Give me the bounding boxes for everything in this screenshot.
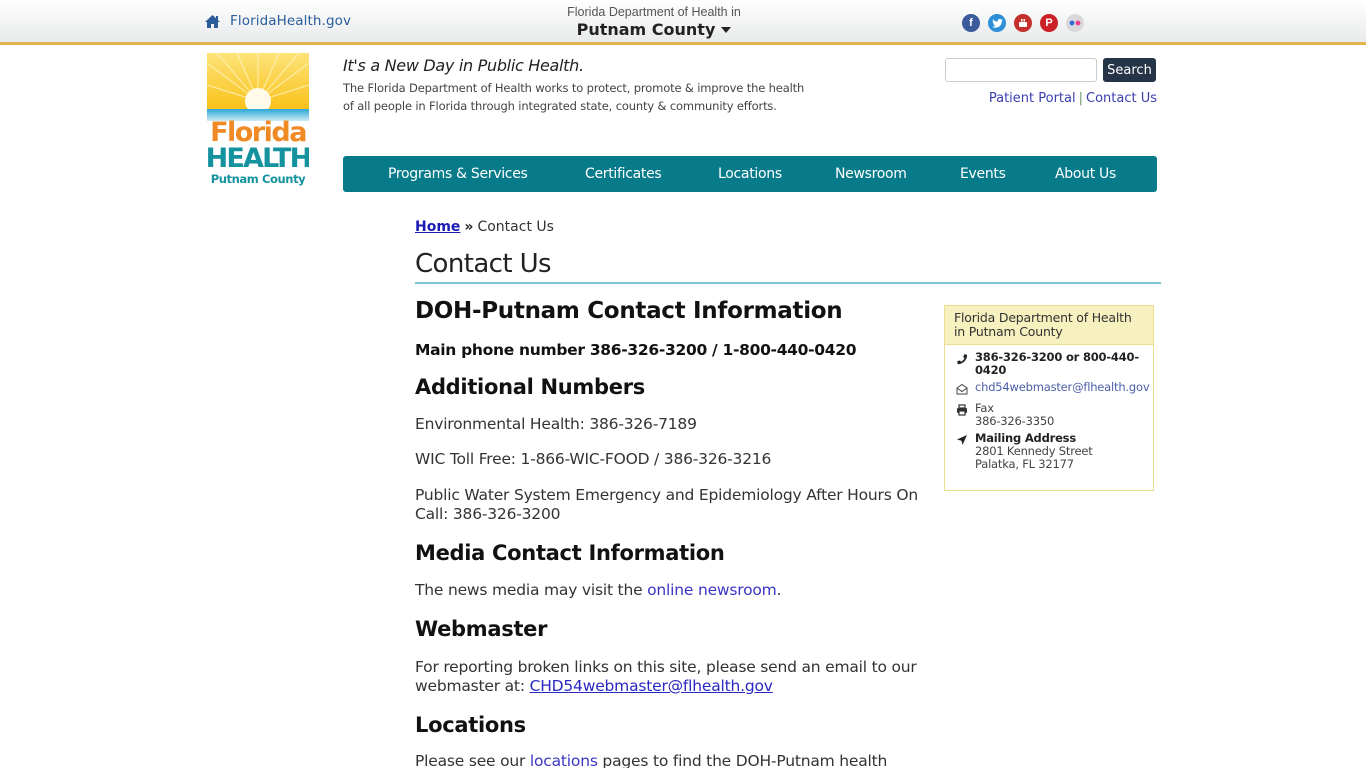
breadcrumb: Home» Contact Us xyxy=(415,219,554,235)
contact-address-row: Mailing Address 2801 Kennedy Street Pala… xyxy=(956,432,1147,471)
water-system-emergency-number: Public Water System Emergency and Epidem… xyxy=(415,486,918,523)
envelope-open-icon xyxy=(956,381,975,398)
search-input[interactable] xyxy=(945,58,1097,82)
contact-email-link[interactable]: chd54webmaster@flhealth.gov xyxy=(975,381,1150,398)
heading-webmaster: Webmaster xyxy=(415,617,548,641)
nav-newsroom[interactable]: Newsroom xyxy=(835,166,907,182)
webmaster-text: For reporting broken links on this site,… xyxy=(415,658,925,696)
contact-phone: 386-326-3200 or 800-440-0420 xyxy=(975,350,1139,377)
mailing-address-label: Mailing Address xyxy=(975,431,1076,445)
heading-locations: Locations xyxy=(415,713,526,737)
twitter-icon[interactable] xyxy=(988,14,1006,32)
phone-icon xyxy=(956,351,975,377)
heading-media-contact: Media Contact Information xyxy=(415,541,725,565)
contact-address: Mailing Address 2801 Kennedy Street Pala… xyxy=(975,432,1093,471)
county-switcher[interactable]: Florida Department of Health in Putnam C… xyxy=(540,4,768,39)
locations-text: Please see our locations pages to find t… xyxy=(415,752,925,768)
media-text-before: The news media may visit the xyxy=(415,581,648,599)
contact-box-body: 386-326-3200 or 800-440-0420 chd54webmas… xyxy=(945,345,1153,471)
quick-links: Patient Portal | Contact Us xyxy=(945,91,1157,106)
tagline-description: The Florida Department of Health works t… xyxy=(343,81,805,113)
search-area: Search Patient Portal | Contact Us xyxy=(945,58,1157,106)
page-title: Contact Us xyxy=(415,249,1161,284)
environmental-health-number: Environmental Health: 386-326-7189 xyxy=(415,415,697,433)
location-arrow-icon xyxy=(956,432,975,471)
address-line-2: Palatka, FL 32177 xyxy=(975,457,1074,471)
media-text-after: . xyxy=(776,581,782,599)
home-link-label: FloridaHealth.gov xyxy=(230,13,352,29)
breadcrumb-current: Contact Us xyxy=(477,219,554,235)
search-form: Search xyxy=(945,58,1157,82)
nav-events[interactable]: Events xyxy=(960,166,1006,182)
patient-portal-link[interactable]: Patient Portal xyxy=(989,91,1076,106)
search-button[interactable]: Search xyxy=(1103,58,1156,82)
floridahealth-home-link[interactable]: FloridaHealth.gov xyxy=(204,13,351,29)
contact-phone-row: 386-326-3200 or 800-440-0420 xyxy=(956,351,1147,377)
media-text: The news media may visit the online news… xyxy=(415,581,925,600)
nav-programs-services[interactable]: Programs & Services xyxy=(388,166,528,182)
fax-number: 386-326-3350 xyxy=(975,414,1055,428)
contact-info-box: Florida Department of Health in Putnam C… xyxy=(944,305,1154,491)
contact-us-link[interactable]: Contact Us xyxy=(1086,91,1157,106)
main-content: DOH-Putnam Contact Information Main phon… xyxy=(415,296,925,768)
online-newsroom-link[interactable]: online newsroom xyxy=(647,581,777,599)
main-phone-number: Main phone number 386-326-3200 / 1-800-4… xyxy=(415,341,857,359)
facebook-icon[interactable]: f xyxy=(962,14,980,32)
county-prefix: Florida Department of Health in xyxy=(567,5,741,19)
county-dropdown[interactable]: Putnam County xyxy=(577,20,732,39)
county-name: Putnam County xyxy=(576,20,716,39)
nav-certificates[interactable]: Certificates xyxy=(585,166,662,182)
nav-locations[interactable]: Locations xyxy=(718,166,782,182)
logo-health-text: HEALTH xyxy=(207,143,309,174)
locations-text-after: pages to find the DOH-Putnam health xyxy=(597,752,888,768)
pinterest-icon[interactable]: P xyxy=(1040,14,1058,32)
locations-text-before: Please see our xyxy=(415,752,530,768)
locations-link[interactable]: locations xyxy=(530,752,598,768)
heading-additional-numbers: Additional Numbers xyxy=(415,375,645,399)
printer-icon xyxy=(956,402,975,428)
tagline: It's a New Day in Public Health. The Flo… xyxy=(343,56,813,115)
home-icon xyxy=(205,14,220,28)
flickr-icon[interactable] xyxy=(1066,14,1084,32)
wic-number: WIC Toll Free: 1-866-WIC-FOOD / 386-326-… xyxy=(415,450,772,468)
social-links: f P xyxy=(962,14,1084,32)
top-utility-bar: FloridaHealth.gov Florida Department of … xyxy=(0,0,1366,45)
contact-email-row: chd54webmaster@flhealth.gov xyxy=(956,381,1150,398)
quick-links-separator: | xyxy=(1078,91,1083,106)
caret-down-icon xyxy=(721,26,732,33)
youtube-icon[interactable] xyxy=(1014,14,1032,32)
contact-box-title: Florida Department of Health in Putnam C… xyxy=(945,306,1153,345)
florida-health-putnam-logo[interactable]: Florida HEALTH Putnam County xyxy=(206,52,312,187)
nav-about-us[interactable]: About Us xyxy=(1055,166,1116,182)
contact-fax-row: Fax 386-326-3350 xyxy=(956,402,1147,428)
contact-fax: Fax 386-326-3350 xyxy=(975,402,1054,428)
heading-contact-information: DOH-Putnam Contact Information xyxy=(415,298,843,324)
tagline-headline: It's a New Day in Public Health. xyxy=(343,56,584,75)
main-navigation: Programs & Services Certificates Locatio… xyxy=(343,156,1157,192)
breadcrumb-home-link[interactable]: Home xyxy=(415,219,460,235)
webmaster-email-link[interactable]: CHD54webmaster@flhealth.gov xyxy=(530,677,773,695)
breadcrumb-separator: » xyxy=(464,219,474,235)
logo-graphic: Florida HEALTH Putnam County xyxy=(206,52,312,186)
logo-county-text: Putnam County xyxy=(211,172,306,186)
